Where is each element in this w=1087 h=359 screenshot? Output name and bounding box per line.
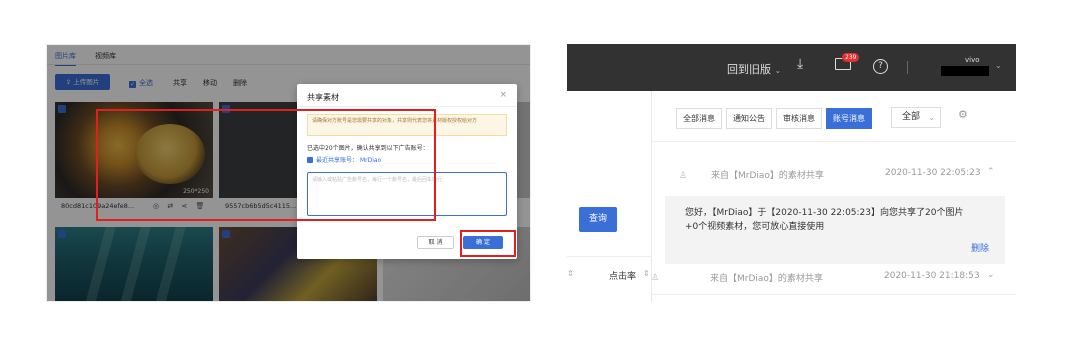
message-time: 2020-11-30 22:05:23 (885, 168, 981, 178)
message-time: 2020-11-30 21:18:53 (884, 271, 980, 281)
divider (297, 106, 517, 107)
chevron-down-icon[interactable]: ⌄ (987, 270, 995, 280)
top-navbar: 回到旧版 ⌄ ⤓ 239 ? vivo ⌄ (567, 44, 1016, 91)
redacted-account-name (941, 66, 989, 76)
divider (567, 256, 651, 257)
delete-message-link[interactable]: 删除 (971, 241, 989, 254)
chevron-down-icon[interactable]: ⌄ (995, 61, 1002, 70)
click-rate-header[interactable]: 点击率 (609, 269, 636, 282)
close-icon[interactable]: × (499, 90, 507, 100)
message-sender: 来自【MrDiao】的素材共享 (711, 171, 824, 181)
divider (651, 294, 1016, 295)
notification-badge: 239 (842, 53, 860, 62)
user-name[interactable]: vivo (965, 56, 980, 64)
message-highlight-box (96, 109, 436, 221)
sort-icon[interactable]: ⇕ (567, 269, 574, 278)
sort-icon[interactable]: ⇕ (643, 269, 650, 278)
page: 图片库 视频库 ⇪ 上传图片 ✓ 全选 共享 移动 删除 250*250 80cd… (0, 0, 1087, 359)
dialog-title: 共享素材 (307, 93, 339, 102)
chevron-down-icon: ⌄ (774, 66, 782, 75)
tab-review-messages[interactable]: 审核消息 (776, 108, 822, 129)
user-icon: ♙ (651, 273, 660, 283)
divider (907, 61, 908, 74)
tab-announcements[interactable]: 通知公告 (726, 108, 772, 129)
user-icon: ♙ (679, 171, 688, 181)
messages-panel-screenshot: 回到旧版 ⌄ ⤓ 239 ? vivo ⌄ 查询 ⇕ 点击率 ⇕ 0% - 全部… (567, 44, 1016, 302)
query-button[interactable]: 查询 (579, 207, 617, 232)
message-header[interactable]: ♙ 来自【MrDiao】的素材共享 2020-11-30 22:05:23 ⌃ (665, 156, 1005, 196)
message-body: 您好，【MrDiao】于【2020-11-30 22:05:23】向您共享了20… (665, 196, 1005, 264)
message-content: 您好，【MrDiao】于【2020-11-30 22:05:23】向您共享了20… (685, 208, 964, 232)
chevron-down-icon: ⌄ (928, 113, 935, 122)
confirm-highlight-box (460, 230, 516, 257)
help-icon[interactable]: ? (873, 59, 888, 74)
gear-icon[interactable]: ⚙ (958, 108, 968, 121)
tab-all-messages[interactable]: 全部消息 (676, 108, 722, 129)
back-to-old-version-link[interactable]: 回到旧版 ⌄ (727, 61, 781, 77)
chevron-up-icon[interactable]: ⌃ (987, 167, 995, 177)
divider (652, 141, 1016, 142)
download-icon[interactable]: ⤓ (797, 56, 803, 72)
cancel-button[interactable]: 取 消 (417, 236, 454, 249)
tab-account-messages[interactable]: 账号消息 (826, 108, 872, 129)
message-filter-select[interactable]: 全部 ⌄ (891, 107, 941, 128)
message-sender: 来自【MrDiao】的素材共享 (710, 274, 823, 284)
data-list-strip: 查询 ⇕ 点击率 ⇕ 0% - (567, 91, 651, 302)
